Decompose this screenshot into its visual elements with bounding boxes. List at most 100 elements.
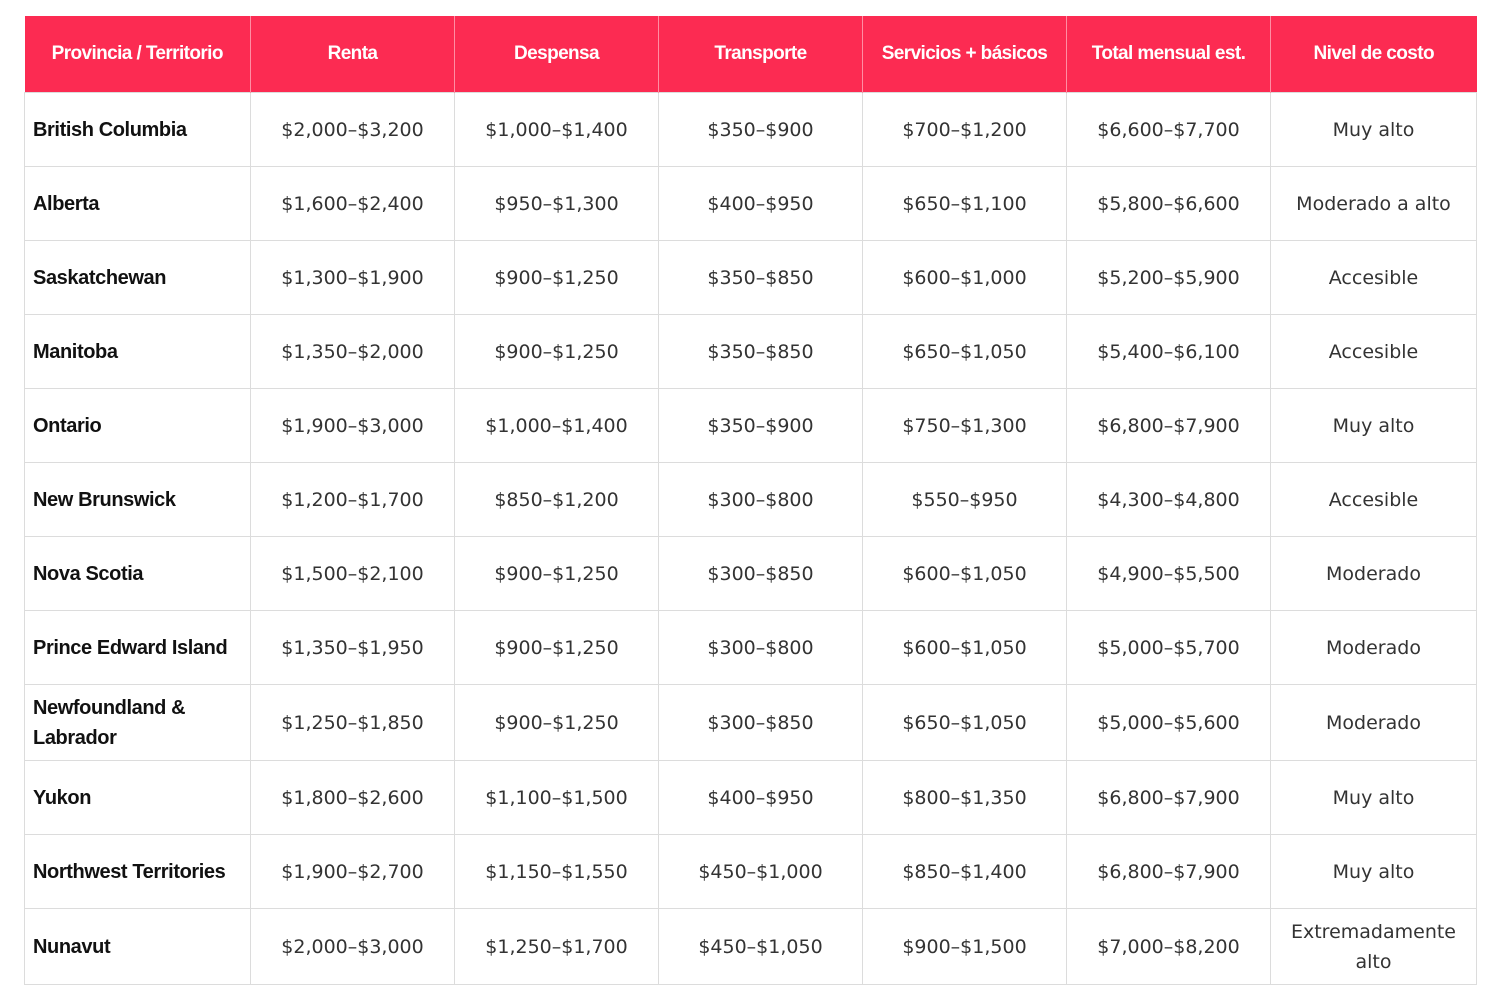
- rent-cell: $1,250–$1,850: [250, 684, 455, 761]
- province-cell: Manitoba: [24, 314, 251, 389]
- transport-cell: $300–$850: [658, 536, 863, 611]
- cost-level-cell: Extremadamente alto: [1270, 908, 1477, 985]
- transport-cell: $300–$800: [658, 462, 863, 537]
- table-row: Newfoundland & Labrador $1,250–$1,850 $9…: [24, 684, 1477, 761]
- monthly-total-cell: $4,900–$5,500: [1066, 536, 1271, 611]
- monthly-total-cell: $4,300–$4,800: [1066, 462, 1271, 537]
- transport-cell: $400–$950: [658, 760, 863, 835]
- cost-level-cell: Accesible: [1270, 240, 1477, 315]
- rent-cell: $2,000–$3,200: [250, 92, 455, 167]
- cost-of-living-table: Provincia / Territorio Renta Despensa Tr…: [24, 16, 1477, 985]
- monthly-total-cell: $6,600–$7,700: [1066, 92, 1271, 167]
- groceries-cell: $900–$1,250: [454, 536, 659, 611]
- table-row: Northwest Territories $1,900–$2,700 $1,1…: [24, 834, 1477, 909]
- header-monthly-total: Total mensual est.: [1066, 16, 1271, 93]
- table-row: British Columbia $2,000–$3,200 $1,000–$1…: [24, 92, 1477, 167]
- rent-cell: $1,500–$2,100: [250, 536, 455, 611]
- cost-level-cell: Muy alto: [1270, 834, 1477, 909]
- province-cell: Northwest Territories: [24, 834, 251, 909]
- table-row: Alberta $1,600–$2,400 $950–$1,300 $400–$…: [24, 166, 1477, 241]
- monthly-total-cell: $6,800–$7,900: [1066, 834, 1271, 909]
- utilities-cell: $650–$1,050: [862, 684, 1067, 761]
- utilities-cell: $550–$950: [862, 462, 1067, 537]
- province-cell: Alberta: [24, 166, 251, 241]
- monthly-total-cell: $5,400–$6,100: [1066, 314, 1271, 389]
- rent-cell: $1,350–$2,000: [250, 314, 455, 389]
- rent-cell: $1,900–$2,700: [250, 834, 455, 909]
- header-province: Provincia / Territorio: [24, 16, 251, 93]
- cost-level-cell: Moderado a alto: [1270, 166, 1477, 241]
- monthly-total-cell: $5,800–$6,600: [1066, 166, 1271, 241]
- header-cost-level: Nivel de costo: [1270, 16, 1477, 93]
- province-cell: Newfoundland & Labrador: [24, 684, 251, 761]
- transport-cell: $300–$850: [658, 684, 863, 761]
- province-cell: New Brunswick: [24, 462, 251, 537]
- groceries-cell: $900–$1,250: [454, 610, 659, 685]
- province-cell: Nunavut: [24, 908, 251, 985]
- header-utilities: Servicios + básicos: [862, 16, 1067, 93]
- cost-level-cell: Accesible: [1270, 314, 1477, 389]
- table-row: Nova Scotia $1,500–$2,100 $900–$1,250 $3…: [24, 536, 1477, 611]
- rent-cell: $1,350–$1,950: [250, 610, 455, 685]
- utilities-cell: $750–$1,300: [862, 388, 1067, 463]
- monthly-total-cell: $7,000–$8,200: [1066, 908, 1271, 985]
- cost-level-cell: Muy alto: [1270, 92, 1477, 167]
- transport-cell: $350–$850: [658, 240, 863, 315]
- cost-table-container: Provincia / Territorio Renta Despensa Tr…: [24, 16, 1477, 985]
- groceries-cell: $1,000–$1,400: [454, 92, 659, 167]
- table-row: Saskatchewan $1,300–$1,900 $900–$1,250 $…: [24, 240, 1477, 315]
- monthly-total-cell: $5,000–$5,600: [1066, 684, 1271, 761]
- transport-cell: $450–$1,050: [658, 908, 863, 985]
- utilities-cell: $800–$1,350: [862, 760, 1067, 835]
- groceries-cell: $1,000–$1,400: [454, 388, 659, 463]
- province-cell: Nova Scotia: [24, 536, 251, 611]
- table-row: Yukon $1,800–$2,600 $1,100–$1,500 $400–$…: [24, 760, 1477, 835]
- table-header: Provincia / Territorio Renta Despensa Tr…: [24, 16, 1477, 93]
- utilities-cell: $850–$1,400: [862, 834, 1067, 909]
- transport-cell: $350–$900: [658, 92, 863, 167]
- transport-cell: $300–$800: [658, 610, 863, 685]
- transport-cell: $350–$900: [658, 388, 863, 463]
- cost-level-cell: Moderado: [1270, 536, 1477, 611]
- header-groceries: Despensa: [454, 16, 659, 93]
- table-row: Nunavut $2,000–$3,000 $1,250–$1,700 $450…: [24, 908, 1477, 985]
- rent-cell: $1,800–$2,600: [250, 760, 455, 835]
- province-cell: Prince Edward Island: [24, 610, 251, 685]
- groceries-cell: $1,150–$1,550: [454, 834, 659, 909]
- groceries-cell: $950–$1,300: [454, 166, 659, 241]
- groceries-cell: $1,250–$1,700: [454, 908, 659, 985]
- groceries-cell: $900–$1,250: [454, 684, 659, 761]
- utilities-cell: $700–$1,200: [862, 92, 1067, 167]
- rent-cell: $1,600–$2,400: [250, 166, 455, 241]
- monthly-total-cell: $6,800–$7,900: [1066, 760, 1271, 835]
- header-transport: Transporte: [658, 16, 863, 93]
- rent-cell: $1,200–$1,700: [250, 462, 455, 537]
- transport-cell: $350–$850: [658, 314, 863, 389]
- monthly-total-cell: $5,000–$5,700: [1066, 610, 1271, 685]
- utilities-cell: $900–$1,500: [862, 908, 1067, 985]
- table-row: Manitoba $1,350–$2,000 $900–$1,250 $350–…: [24, 314, 1477, 389]
- header-row: Provincia / Territorio Renta Despensa Tr…: [24, 16, 1477, 93]
- province-cell: Yukon: [24, 760, 251, 835]
- cost-level-cell: Moderado: [1270, 610, 1477, 685]
- groceries-cell: $900–$1,250: [454, 314, 659, 389]
- transport-cell: $400–$950: [658, 166, 863, 241]
- transport-cell: $450–$1,000: [658, 834, 863, 909]
- cost-level-cell: Muy alto: [1270, 388, 1477, 463]
- monthly-total-cell: $5,200–$5,900: [1066, 240, 1271, 315]
- province-cell: Ontario: [24, 388, 251, 463]
- rent-cell: $2,000–$3,000: [250, 908, 455, 985]
- rent-cell: $1,900–$3,000: [250, 388, 455, 463]
- utilities-cell: $650–$1,100: [862, 166, 1067, 241]
- utilities-cell: $600–$1,000: [862, 240, 1067, 315]
- table-row: Ontario $1,900–$3,000 $1,000–$1,400 $350…: [24, 388, 1477, 463]
- header-rent: Renta: [250, 16, 455, 93]
- cost-level-cell: Accesible: [1270, 462, 1477, 537]
- province-cell: Saskatchewan: [24, 240, 251, 315]
- utilities-cell: $600–$1,050: [862, 536, 1067, 611]
- table-row: Prince Edward Island $1,350–$1,950 $900–…: [24, 610, 1477, 685]
- groceries-cell: $850–$1,200: [454, 462, 659, 537]
- table-row: New Brunswick $1,200–$1,700 $850–$1,200 …: [24, 462, 1477, 537]
- utilities-cell: $650–$1,050: [862, 314, 1067, 389]
- groceries-cell: $900–$1,250: [454, 240, 659, 315]
